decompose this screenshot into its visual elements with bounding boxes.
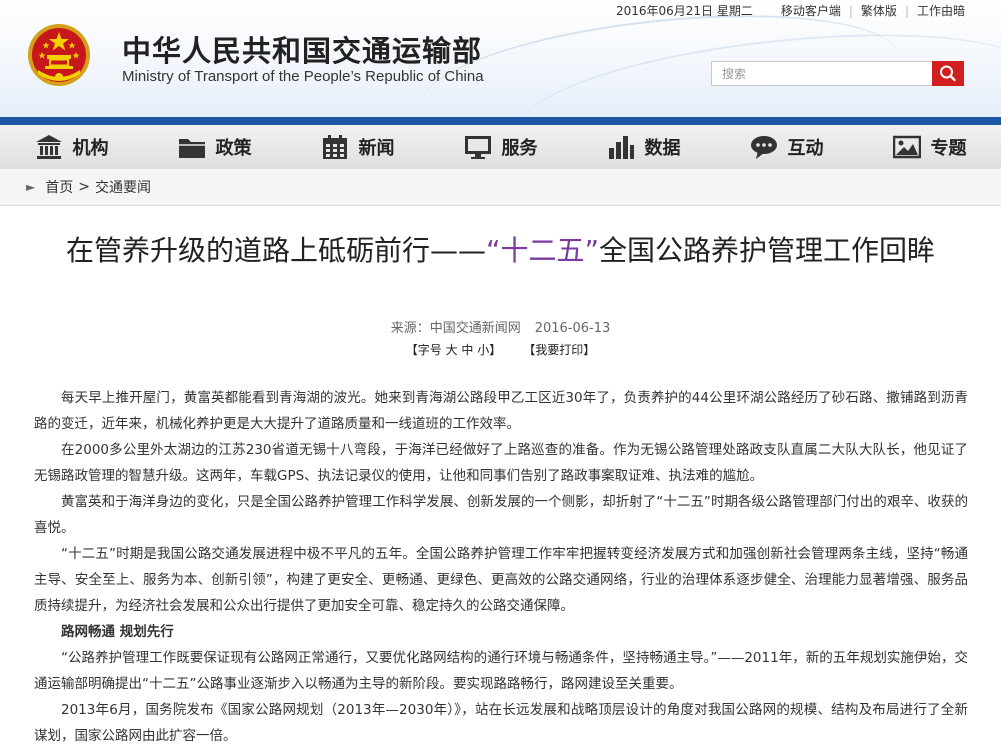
breadcrumb-home-link[interactable]: 首页 xyxy=(45,177,73,197)
article-paragraph: “公路养护管理工作既要保证现有公路网正常通行，又要优化路网结构的通行环境与畅通条… xyxy=(34,650,968,692)
article-title-main: 在管养升级的道路上砥砺前行—— xyxy=(65,234,486,267)
article-source: 来源：中国交通新闻网 xyxy=(390,321,521,336)
nav-item-news[interactable]: 新闻 xyxy=(286,125,429,169)
breadcrumb-separator: > xyxy=(78,179,90,195)
mobile-client-link[interactable]: 移动客户端 xyxy=(781,2,841,19)
article-body: 每天早上推开屋门，黄富英都能看到青海湖的波光。她来到青海湖公路段甲乙工区近30年… xyxy=(34,385,968,749)
article-date: 2016-06-13 xyxy=(534,321,611,336)
font-size-tool[interactable]: 【字号 大 中 小】 xyxy=(406,343,501,357)
traditional-chinese-link[interactable]: 繁体版 xyxy=(861,2,897,19)
article-paragraph: 黄富英和于海洋身边的变化，只是全国公路养护管理工作科学发展、创新发展的一个侧影，… xyxy=(34,494,968,536)
article-paragraph: 在2000多公里外太湖边的江苏230省道无锡十八弯段，于海洋已经做好了上路巡查的… xyxy=(34,442,968,484)
breadcrumb: ► 首页 > 交通要闻 xyxy=(0,169,1001,206)
building-icon xyxy=(35,135,62,159)
article-meta: 来源：中国交通新闻网 2016-06-13 xyxy=(0,317,1001,336)
main-nav: 机构 政策 新闻 服务 数据 互动 专题 xyxy=(0,125,1001,169)
site-title-chinese: 中华人民共和国交通运输部 xyxy=(122,34,483,68)
search-box xyxy=(711,61,964,86)
nav-label: 新闻 xyxy=(358,138,395,159)
article-title: 在管养升级的道路上砥砺前行——“十二五”全国公路养护管理工作回眸 xyxy=(30,226,971,275)
top-utility-bar: 2016年06月21日 星期二 移动客户端 | 繁体版 | 工作由暗 xyxy=(616,2,965,19)
search-icon xyxy=(940,65,956,82)
article-subheading: 路网畅通 规划先行 xyxy=(61,624,174,640)
nav-label: 政策 xyxy=(215,138,252,159)
work-link[interactable]: 工作由暗 xyxy=(917,2,965,19)
nav-item-interaction[interactable]: 互动 xyxy=(715,125,858,169)
search-button[interactable] xyxy=(932,61,964,86)
nav-accent-bar xyxy=(0,117,1001,125)
article-paragraph: “十二五”时期是我国公路交通发展进程中极不平凡的五年。全国公路养护管理工作牢牢把… xyxy=(34,546,968,614)
article-title-tail: 全国公路养护管理工作回眸 xyxy=(599,234,936,267)
search-input[interactable] xyxy=(711,61,932,86)
print-tool[interactable]: 【我要打印】 xyxy=(523,343,595,357)
nav-item-data[interactable]: 数据 xyxy=(572,125,715,169)
nav-item-service[interactable]: 服务 xyxy=(429,125,572,169)
nav-item-policy[interactable]: 政策 xyxy=(143,125,286,169)
calendar-icon xyxy=(322,135,347,159)
nav-label: 互动 xyxy=(787,138,824,159)
current-date: 2016年06月21日 星期二 xyxy=(615,4,753,18)
nav-label: 数据 xyxy=(644,138,681,159)
nav-item-topics[interactable]: 专题 xyxy=(858,125,1001,169)
national-emblem-logo xyxy=(28,24,90,86)
image-icon xyxy=(892,135,921,159)
folder-icon xyxy=(178,139,205,158)
divider: | xyxy=(848,3,853,18)
bar-chart-icon xyxy=(608,136,634,159)
site-header: 2016年06月21日 星期二 移动客户端 | 繁体版 | 工作由暗 中华人民共… xyxy=(0,0,1001,117)
nav-label: 服务 xyxy=(501,138,538,159)
divider: | xyxy=(904,3,909,18)
breadcrumb-section-link[interactable]: 交通要闻 xyxy=(95,177,151,197)
site-title-english: Ministry of Transport of the People’s Re… xyxy=(122,68,484,85)
article-paragraph: 每天早上推开屋门，黄富英都能看到青海湖的波光。她来到青海湖公路段甲乙工区近30年… xyxy=(34,390,968,432)
chat-icon xyxy=(750,136,777,159)
article-title-highlight: “十二五” xyxy=(485,234,599,267)
article-tools: 【字号 大 中 小】 【我要打印】 xyxy=(0,341,1001,358)
nav-item-organization[interactable]: 机构 xyxy=(0,125,143,169)
nav-label: 机构 xyxy=(72,138,109,159)
article-paragraph: 2013年6月，国务院发布《国家公路网规划（2013年—2030年）》，站在长远… xyxy=(34,702,968,744)
chevron-right-icon: ► xyxy=(26,180,36,194)
nav-label: 专题 xyxy=(930,138,967,159)
monitor-icon xyxy=(464,136,491,159)
